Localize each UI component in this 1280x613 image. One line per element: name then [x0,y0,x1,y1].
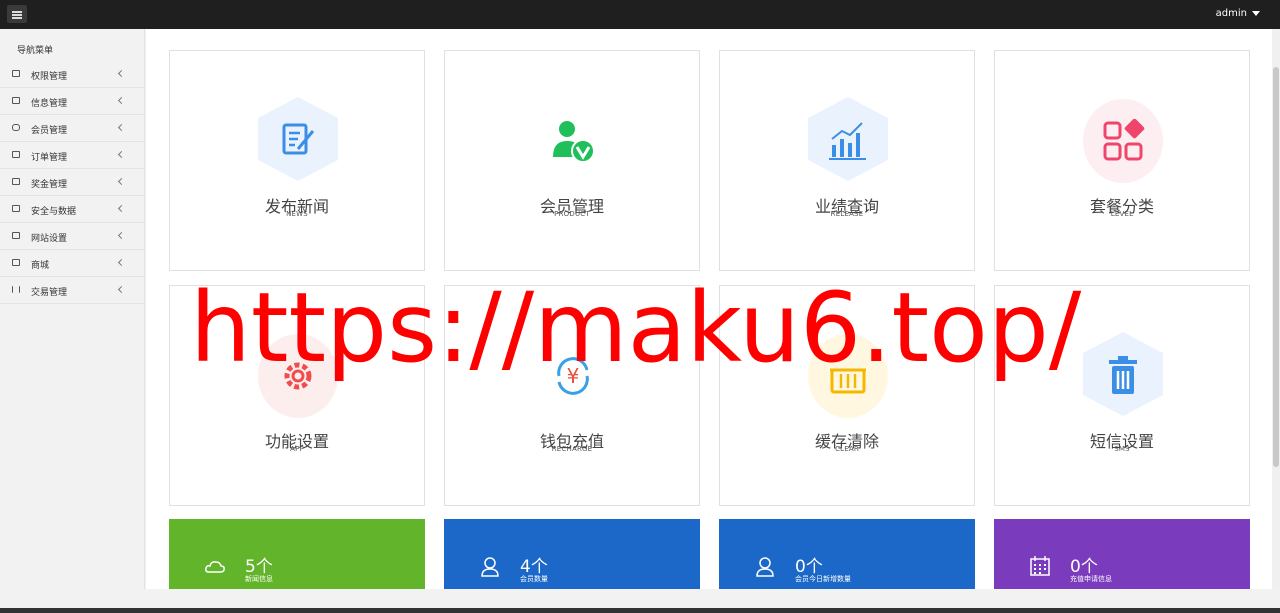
users-icon [12,97,20,104]
chevron-left-icon [117,177,126,186]
chevron-left-icon [117,69,126,78]
tile-performance-query[interactable]: 业绩查询 RELEASE [719,50,975,271]
cloud-icon [205,561,225,573]
tile-package-category[interactable]: 套餐分类 LEVEL [994,50,1250,271]
sidebar-item-label: 交易管理 [31,288,68,298]
sidebar-item-label: 会员管理 [31,126,68,136]
top-bar: admin [0,0,1280,29]
monitor-icon [12,178,20,185]
scroll-thumb[interactable] [1273,67,1279,467]
bar-chart-icon [829,122,866,160]
tile-subtitle: RECHARGE [551,445,593,453]
sidebar-item-mall[interactable]: 商城 [0,250,144,277]
sidebar-item-label: 权限管理 [31,72,68,82]
sidebar-item-bonus[interactable]: 奖金管理 [0,169,144,196]
categories-icon [1103,119,1145,161]
chevron-left-icon [117,123,126,132]
user-icon [481,557,499,577]
stat-recharge-requests[interactable]: 0个 充值申请信息 [994,519,1250,589]
stat-label: 充值申请信息 [1070,575,1112,583]
chevron-left-icon [117,285,126,294]
sidebar-item-label: 网站设置 [31,234,68,244]
tile-subtitle: PRODUCT [554,210,590,218]
user-icon [756,557,774,577]
sidebar-item-label: 商城 [31,261,50,271]
sidebar-item-label: 奖金管理 [31,180,68,190]
chevron-left-icon [117,231,126,240]
tile-subtitle: RELEASE [830,210,864,218]
monitor-icon [12,205,20,212]
edit-document-icon [282,123,315,155]
sidebar-item-label: 信息管理 [31,99,68,109]
users-icon [12,70,20,77]
stat-label: 会员今日新增数量 [795,575,851,583]
caret-down-icon [1252,11,1260,16]
tile-subtitle: NEWS [286,210,308,218]
chevron-left-icon [117,150,126,159]
tile-subtitle: SMS [1114,445,1130,453]
sidebar-item-trades[interactable]: 交易管理 [0,277,144,304]
stat-new-members-today[interactable]: 0个 会员今日新增数量 [719,519,975,589]
chevron-left-icon [117,258,126,267]
stat-label: 会员数量 [520,575,548,583]
stat-news[interactable]: 5个 新闻信息 [169,519,425,589]
watermark-text: https://maku6.top/ [190,272,1082,384]
tile-member-management[interactable]: 会员管理 PRODUCT [444,50,700,271]
sidebar-item-members[interactable]: 会员管理 [0,115,144,142]
sidebar-title: 导航菜单 [17,46,54,56]
monitor-icon [12,232,20,239]
sidebar-item-label: 订单管理 [31,153,68,163]
menu-toggle-button[interactable] [7,5,27,23]
calendar-icon [1030,556,1050,576]
sidebar-item-info[interactable]: 信息管理 [0,88,144,115]
store-icon [12,259,20,266]
sidebar: 导航菜单 权限管理 信息管理 会员管理 订单管理 奖金管理 安全与数据 网站设置… [0,29,145,613]
sidebar-item-security[interactable]: 安全与数据 [0,196,144,223]
sidebar-item-orders[interactable]: 订单管理 [0,142,144,169]
sidebar-item-label: 安全与数据 [31,207,77,217]
scrollbar[interactable] [1272,29,1280,589]
sidebar-item-permissions[interactable]: 权限管理 [0,61,144,88]
verified-user-icon [553,121,595,163]
sidebar-item-site-settings[interactable]: 网站设置 [0,223,144,250]
tile-publish-news[interactable]: 发布新闻 NEWS [169,50,425,271]
user-name: admin [1215,8,1247,19]
trash-icon [1109,356,1137,394]
sliders-icon [12,286,20,293]
tile-subtitle: LEVEL [1110,210,1134,218]
card-icon [12,124,20,131]
bottom-line [0,608,1280,613]
stat-label: 新闻信息 [245,575,273,583]
stat-members[interactable]: 4个 会员数量 [444,519,700,589]
user-menu[interactable]: admin [1216,8,1260,19]
tile-subtitle: CLEAR [835,445,859,453]
shirt-icon [12,151,20,158]
chevron-left-icon [117,204,126,213]
tile-subtitle: APP [290,445,304,453]
chevron-left-icon [117,96,126,105]
